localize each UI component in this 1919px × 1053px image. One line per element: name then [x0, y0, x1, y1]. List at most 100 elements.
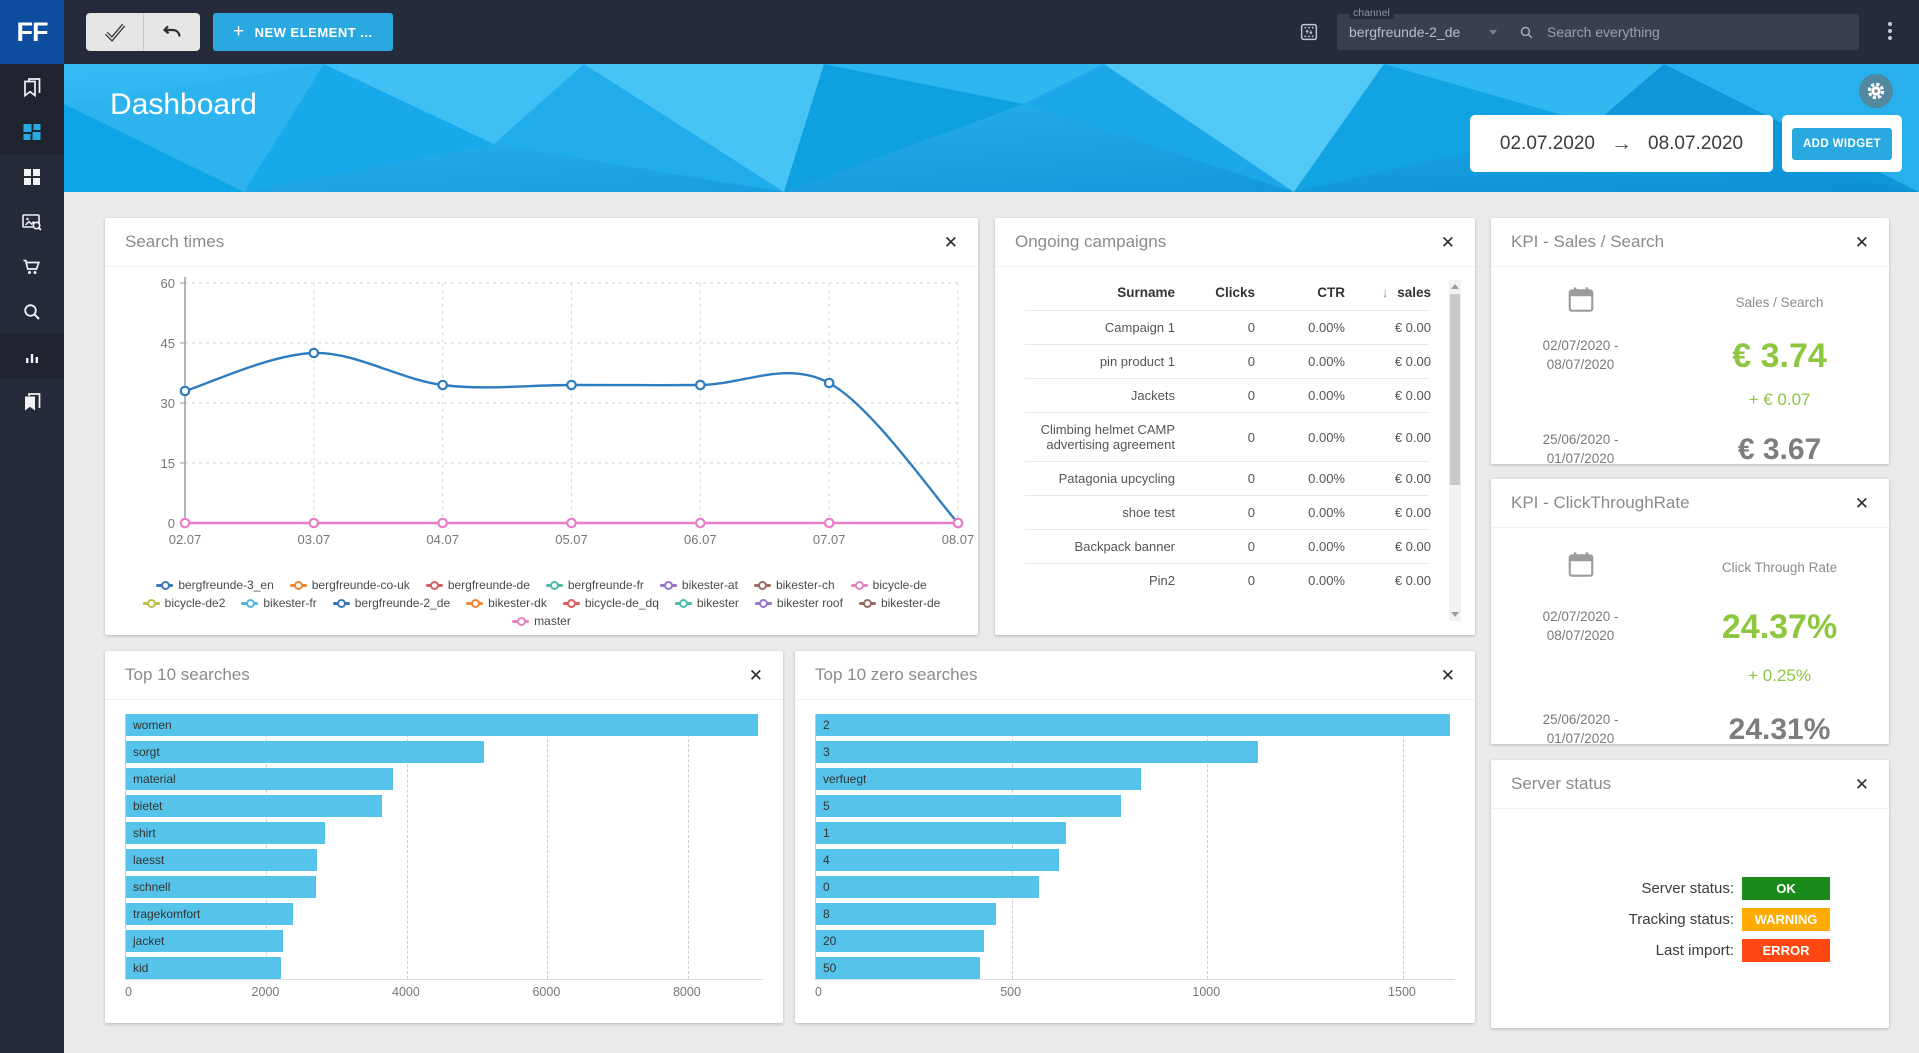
gear-icon — [1865, 80, 1887, 102]
table-cell: € 0.00 — [1345, 345, 1431, 378]
previous-value: 24.31% — [1729, 713, 1831, 747]
table-cell: 0 — [1175, 564, 1255, 597]
legend-label: bicycle-de_dq — [585, 596, 659, 610]
undo-icon — [160, 20, 184, 44]
calendar-icon — [1566, 550, 1596, 585]
bar: 0 — [816, 876, 1039, 898]
legend-label: bicycle-de2 — [165, 596, 226, 610]
table-cell: 0.00% — [1255, 496, 1345, 529]
bar-label: jacket — [126, 934, 164, 948]
table-cell: 0.00% — [1255, 345, 1345, 378]
new-element-label: NEW ELEMENT ... — [255, 25, 373, 40]
svg-text:30: 30 — [161, 396, 175, 411]
sidebar-item-search[interactable] — [0, 289, 64, 334]
legend-item[interactable]: bergfreunde-3_en — [156, 578, 273, 592]
legend-marker — [426, 584, 443, 587]
table-cell: 0 — [1175, 311, 1255, 344]
sidebar-item-dashboard[interactable] — [0, 109, 64, 154]
page-title: Dashboard — [110, 88, 257, 122]
bar-row: kid — [126, 957, 763, 979]
legend-item[interactable]: bergfreunde-2_de — [333, 596, 450, 610]
table-scrollbar[interactable] — [1449, 280, 1461, 621]
scroll-up-icon[interactable] — [1451, 284, 1459, 289]
double-check-icon — [102, 19, 128, 45]
axis-tick-label: 500 — [1000, 985, 1021, 999]
col-clicks[interactable]: Clicks — [1175, 279, 1255, 310]
legend-item[interactable]: master — [512, 614, 571, 628]
legend-item[interactable]: bikester roof — [755, 596, 843, 610]
top-zero-searches-axis: 050010001500 — [815, 985, 1455, 1005]
legend-item[interactable]: bicycle-de — [851, 578, 927, 592]
new-element-button[interactable]: + NEW ELEMENT ... — [213, 13, 393, 51]
close-icon[interactable]: ✕ — [1855, 495, 1869, 512]
metric-label: Click Through Rate — [1722, 560, 1837, 575]
legend-label: bikester — [697, 596, 739, 610]
legend-item[interactable]: bikester-fr — [241, 596, 316, 610]
bar-label: bietet — [126, 799, 162, 813]
bar-chart-icon — [20, 345, 44, 369]
axis-tick-label: 0 — [815, 985, 822, 999]
global-search — [1506, 14, 1859, 50]
settings-button[interactable] — [1859, 74, 1893, 108]
legend-item[interactable]: bikester-ch — [754, 578, 835, 592]
legend-item[interactable]: bergfreunde-co-uk — [290, 578, 410, 592]
delta-value: + € 0.07 — [1749, 390, 1811, 410]
more-options-icon[interactable] — [1884, 22, 1896, 42]
sidebar-item-library[interactable] — [0, 379, 64, 424]
channel-select[interactable]: channel bergfreunde-2_de — [1337, 14, 1509, 50]
add-widget-button[interactable]: ADD WIDGET — [1792, 128, 1892, 160]
legend-item[interactable]: bicycle-de_dq — [563, 596, 659, 610]
channel-switch-icon[interactable] — [1298, 21, 1320, 43]
app-logo[interactable]: FF — [0, 0, 64, 64]
legend-label: bergfreunde-3_en — [178, 578, 273, 592]
bar: jacket — [126, 930, 283, 952]
legend-item[interactable]: bikester-de — [859, 596, 940, 610]
legend-item[interactable]: bicycle-de2 — [143, 596, 226, 610]
sidebar-item-widgets[interactable] — [0, 154, 64, 199]
bar: laesst — [126, 849, 317, 871]
close-icon[interactable]: ✕ — [749, 667, 763, 684]
sidebar-item-analytics[interactable] — [0, 334, 64, 379]
legend-item[interactable]: bikester-dk — [466, 596, 547, 610]
legend-label: bergfreunde-fr — [568, 578, 644, 592]
sidebar-item-merchandising[interactable] — [0, 244, 64, 289]
legend-label: bikester-dk — [488, 596, 547, 610]
legend-item[interactable]: bergfreunde-de — [426, 578, 530, 592]
image-search-icon — [20, 210, 44, 234]
col-sales[interactable]: ↓ sales — [1345, 279, 1431, 310]
axis-tick-label: 1500 — [1388, 985, 1416, 999]
sidebar-item-image-search[interactable] — [0, 199, 64, 244]
legend-label: bicycle-de — [873, 578, 927, 592]
close-icon[interactable]: ✕ — [944, 234, 958, 251]
close-icon[interactable]: ✕ — [1441, 667, 1455, 684]
widget-top-10-searches: Top 10 searches ✕ womensorgtmaterialbiet… — [105, 651, 783, 1023]
bar-row: material — [126, 768, 763, 790]
legend-item[interactable]: bergfreunde-fr — [546, 578, 644, 592]
col-ctr[interactable]: CTR — [1255, 279, 1345, 310]
sidebar-item-pages[interactable] — [0, 64, 64, 109]
svg-text:08.07: 08.07 — [942, 532, 975, 547]
close-icon[interactable]: ✕ — [1855, 234, 1869, 251]
apply-changes-button[interactable] — [86, 13, 143, 51]
svg-text:02.07: 02.07 — [169, 532, 202, 547]
undo-button[interactable] — [143, 13, 200, 51]
plus-icon: + — [233, 21, 245, 43]
legend-marker — [851, 584, 868, 587]
search-input[interactable] — [1545, 23, 1847, 41]
scrollbar-thumb[interactable] — [1450, 294, 1460, 485]
bar: tragekomfort — [126, 903, 293, 925]
svg-text:45: 45 — [161, 336, 175, 351]
table-cell: Patagonia upcycling — [1025, 462, 1175, 495]
table-cell: 0 — [1175, 379, 1255, 412]
close-icon[interactable]: ✕ — [1855, 776, 1869, 793]
legend-item[interactable]: bikester-at — [660, 578, 738, 592]
close-icon[interactable]: ✕ — [1441, 234, 1455, 251]
table-cell: 0.00% — [1255, 413, 1345, 461]
bar: 50 — [816, 957, 980, 979]
widget-ongoing-campaigns: Ongoing campaigns ✕ Surname Clicks CTR ↓… — [995, 218, 1475, 635]
scroll-down-icon[interactable] — [1451, 612, 1459, 617]
status-label: Last import: — [1550, 942, 1742, 959]
legend-item[interactable]: bikester — [675, 596, 739, 610]
col-surname[interactable]: Surname — [1025, 279, 1175, 310]
date-range-picker[interactable]: 02.07.2020 → 08.07.2020 — [1470, 115, 1773, 172]
